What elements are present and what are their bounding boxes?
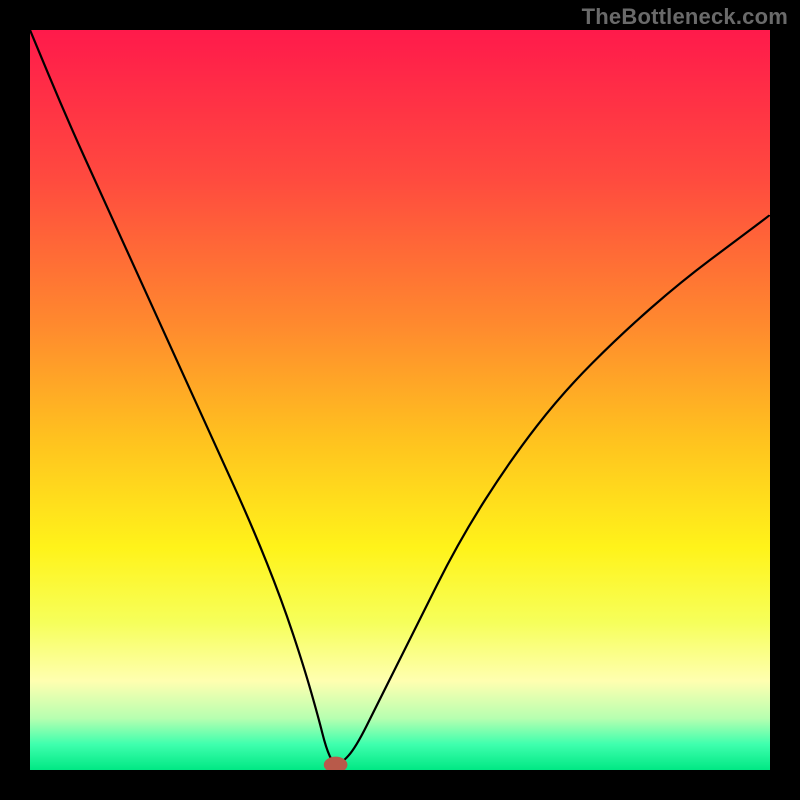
chart-frame: TheBottleneck.com xyxy=(0,0,800,800)
watermark-text: TheBottleneck.com xyxy=(582,4,788,30)
plot-area xyxy=(30,30,770,770)
chart-svg xyxy=(30,30,770,770)
